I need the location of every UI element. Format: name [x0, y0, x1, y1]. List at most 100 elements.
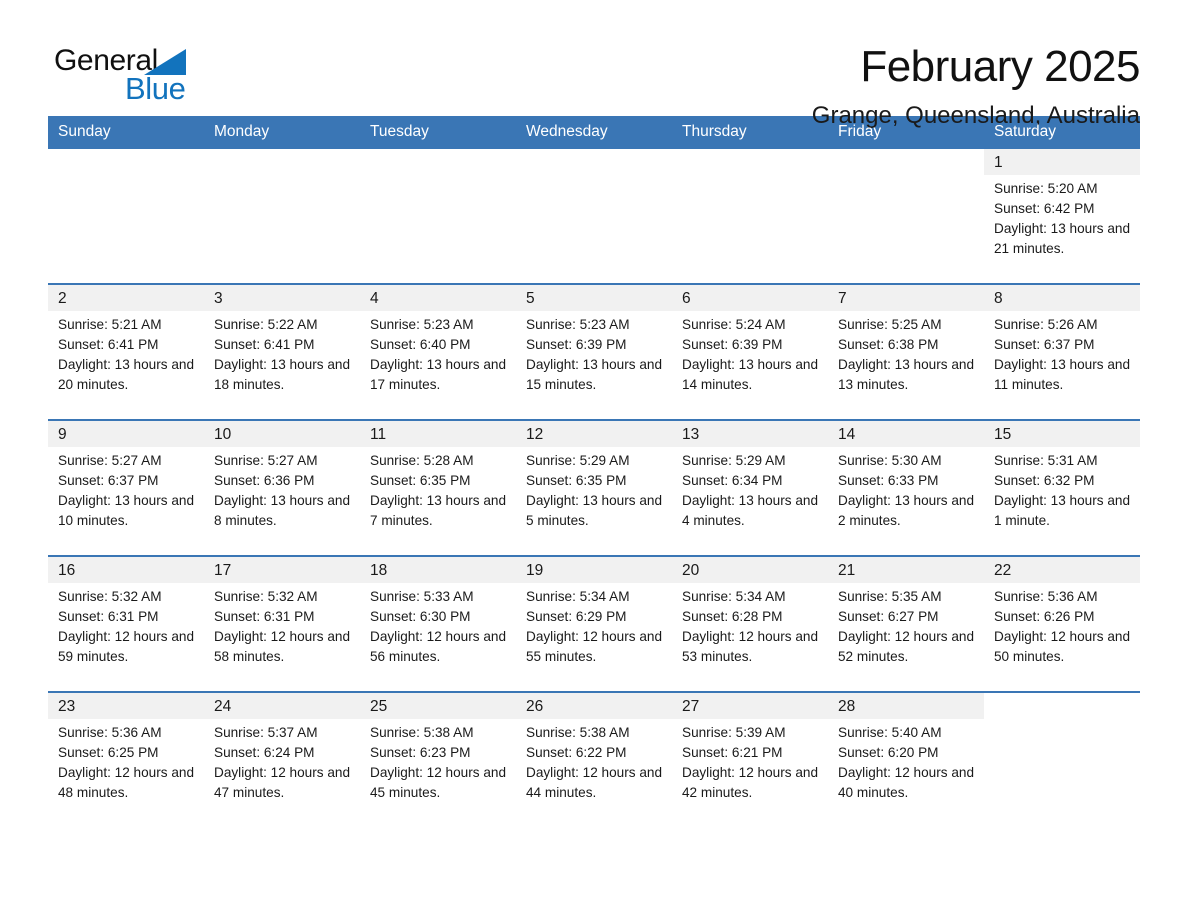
calendar-day-cell[interactable]: 6 Sunrise: 5:24 AM Sunset: 6:39 PM Daylight…	[672, 283, 828, 420]
sunset-text: Sunset: 6:35 PM	[526, 473, 627, 488]
calendar-page: General Blue February 2025 Grange, Queen…	[0, 0, 1188, 918]
day-number: 6	[672, 285, 828, 311]
calendar-day-cell[interactable]: 4 Sunrise: 5:23 AM Sunset: 6:40 PM Daylight…	[360, 283, 516, 420]
calendar-empty-cell	[516, 149, 672, 284]
sunset-text: Sunset: 6:36 PM	[214, 473, 315, 488]
sunrise-text: Sunrise: 5:21 AM	[58, 317, 162, 332]
day-details: Sunrise: 5:21 AM Sunset: 6:41 PM Daylight:…	[48, 311, 204, 395]
calendar-day-cell[interactable]: 11 Sunrise: 5:28 AM Sunset: 6:35 PM Dayligh…	[360, 419, 516, 556]
calendar-day-cell[interactable]: 2 Sunrise: 5:21 AM Sunset: 6:41 PM Daylight…	[48, 283, 204, 420]
calendar-day-cell[interactable]: 20 Sunrise: 5:34 AM Sunset: 6:28 PM Dayligh…	[672, 555, 828, 692]
daylight-text: Daylight: 13 hours and 21 minutes.	[994, 221, 1131, 256]
calendar-day-cell[interactable]: 10 Sunrise: 5:27 AM Sunset: 6:36 PM Dayligh…	[204, 419, 360, 556]
sunset-text: Sunset: 6:25 PM	[58, 745, 159, 760]
daylight-text: Daylight: 13 hours and 5 minutes.	[526, 493, 663, 528]
day-details: Sunrise: 5:24 AM Sunset: 6:39 PM Daylight:…	[672, 311, 828, 395]
calendar-day-cell[interactable]: 19 Sunrise: 5:34 AM Sunset: 6:29 PM Dayligh…	[516, 555, 672, 692]
calendar-day-cell[interactable]: 1 Sunrise: 5:20 AM Sunset: 6:42 PM Daylight…	[984, 149, 1140, 284]
day-details: Sunrise: 5:27 AM Sunset: 6:36 PM Daylight:…	[204, 447, 360, 531]
sunset-text: Sunset: 6:41 PM	[214, 337, 315, 352]
daylight-text: Daylight: 13 hours and 8 minutes.	[214, 493, 351, 528]
sunrise-text: Sunrise: 5:32 AM	[58, 589, 162, 604]
calendar-day-cell[interactable]: 3 Sunrise: 5:22 AM Sunset: 6:41 PM Daylight…	[204, 283, 360, 420]
daylight-text: Daylight: 12 hours and 48 minutes.	[58, 765, 195, 800]
sunset-text: Sunset: 6:32 PM	[994, 473, 1095, 488]
day-details: Sunrise: 5:25 AM Sunset: 6:38 PM Daylight:…	[828, 311, 984, 395]
day-number: 18	[360, 557, 516, 583]
sunrise-text: Sunrise: 5:27 AM	[58, 453, 162, 468]
daylight-text: Daylight: 12 hours and 55 minutes.	[526, 629, 663, 664]
calendar-day-cell[interactable]: 26 Sunrise: 5:38 AM Sunset: 6:22 PM Dayligh…	[516, 691, 672, 827]
sunset-text: Sunset: 6:37 PM	[58, 473, 159, 488]
day-number: 14	[828, 421, 984, 447]
day-details: Sunrise: 5:22 AM Sunset: 6:41 PM Daylight:…	[204, 311, 360, 395]
sunset-text: Sunset: 6:30 PM	[370, 609, 471, 624]
day-number: 25	[360, 693, 516, 719]
sunset-text: Sunset: 6:27 PM	[838, 609, 939, 624]
calendar-day-cell[interactable]: 15 Sunrise: 5:31 AM Sunset: 6:32 PM Dayligh…	[984, 419, 1140, 556]
page-title: February 2025	[860, 42, 1140, 91]
day-number	[516, 149, 672, 175]
calendar-day-cell[interactable]: 25 Sunrise: 5:38 AM Sunset: 6:23 PM Dayligh…	[360, 691, 516, 827]
day-details: Sunrise: 5:32 AM Sunset: 6:31 PM Daylight:…	[48, 583, 204, 667]
sunrise-text: Sunrise: 5:37 AM	[214, 725, 318, 740]
day-details: Sunrise: 5:27 AM Sunset: 6:37 PM Daylight:…	[48, 447, 204, 531]
sunset-text: Sunset: 6:33 PM	[838, 473, 939, 488]
calendar-day-cell[interactable]: 13 Sunrise: 5:29 AM Sunset: 6:34 PM Dayligh…	[672, 419, 828, 556]
sunrise-text: Sunrise: 5:28 AM	[370, 453, 474, 468]
day-number: 5	[516, 285, 672, 311]
day-details: Sunrise: 5:23 AM Sunset: 6:40 PM Daylight:…	[360, 311, 516, 395]
calendar-day-cell[interactable]: 22 Sunrise: 5:36 AM Sunset: 6:26 PM Dayligh…	[984, 555, 1140, 692]
day-number: 19	[516, 557, 672, 583]
daylight-text: Daylight: 13 hours and 14 minutes.	[682, 357, 819, 392]
day-number: 13	[672, 421, 828, 447]
day-number: 23	[48, 693, 204, 719]
day-details: Sunrise: 5:36 AM Sunset: 6:25 PM Daylight:…	[48, 719, 204, 803]
calendar-day-cell[interactable]: 21 Sunrise: 5:35 AM Sunset: 6:27 PM Dayligh…	[828, 555, 984, 692]
day-number: 2	[48, 285, 204, 311]
sunset-text: Sunset: 6:34 PM	[682, 473, 783, 488]
calendar-day-cell[interactable]: 12 Sunrise: 5:29 AM Sunset: 6:35 PM Dayligh…	[516, 419, 672, 556]
sunrise-text: Sunrise: 5:33 AM	[370, 589, 474, 604]
sunset-text: Sunset: 6:40 PM	[370, 337, 471, 352]
sunset-text: Sunset: 6:42 PM	[994, 201, 1095, 216]
day-number: 20	[672, 557, 828, 583]
calendar-day-cell[interactable]: 9 Sunrise: 5:27 AM Sunset: 6:37 PM Daylight…	[48, 419, 204, 556]
calendar-day-cell[interactable]: 24 Sunrise: 5:37 AM Sunset: 6:24 PM Dayligh…	[204, 691, 360, 827]
calendar-day-cell[interactable]: 14 Sunrise: 5:30 AM Sunset: 6:33 PM Dayligh…	[828, 419, 984, 556]
day-number: 8	[984, 285, 1140, 311]
logo-text-blue: Blue	[125, 71, 186, 106]
day-number: 27	[672, 693, 828, 719]
daylight-text: Daylight: 13 hours and 13 minutes.	[838, 357, 975, 392]
day-details: Sunrise: 5:30 AM Sunset: 6:33 PM Daylight:…	[828, 447, 984, 531]
sunrise-text: Sunrise: 5:34 AM	[682, 589, 786, 604]
day-number: 11	[360, 421, 516, 447]
calendar-day-cell[interactable]: 8 Sunrise: 5:26 AM Sunset: 6:37 PM Daylight…	[984, 283, 1140, 420]
calendar-table: Sunday Monday Tuesday Wednesday Thursday…	[48, 116, 1140, 827]
daylight-text: Daylight: 13 hours and 20 minutes.	[58, 357, 195, 392]
calendar-week-row: 2 Sunrise: 5:21 AM Sunset: 6:41 PM Daylight…	[48, 283, 1140, 420]
daylight-text: Daylight: 12 hours and 47 minutes.	[214, 765, 351, 800]
sunset-text: Sunset: 6:31 PM	[214, 609, 315, 624]
day-number: 7	[828, 285, 984, 311]
sunset-text: Sunset: 6:28 PM	[682, 609, 783, 624]
sunrise-text: Sunrise: 5:27 AM	[214, 453, 318, 468]
calendar-day-cell[interactable]: 16 Sunrise: 5:32 AM Sunset: 6:31 PM Dayligh…	[48, 555, 204, 692]
sunrise-text: Sunrise: 5:30 AM	[838, 453, 942, 468]
calendar-day-cell[interactable]: 28 Sunrise: 5:40 AM Sunset: 6:20 PM Dayligh…	[828, 691, 984, 827]
calendar-day-cell[interactable]: 5 Sunrise: 5:23 AM Sunset: 6:39 PM Daylight…	[516, 283, 672, 420]
day-number: 22	[984, 557, 1140, 583]
calendar-day-cell[interactable]: 18 Sunrise: 5:33 AM Sunset: 6:30 PM Dayligh…	[360, 555, 516, 692]
sunset-text: Sunset: 6:31 PM	[58, 609, 159, 624]
calendar-day-cell[interactable]: 23 Sunrise: 5:36 AM Sunset: 6:25 PM Dayligh…	[48, 691, 204, 827]
day-number: 16	[48, 557, 204, 583]
day-details: Sunrise: 5:35 AM Sunset: 6:27 PM Daylight:…	[828, 583, 984, 667]
daylight-text: Daylight: 12 hours and 53 minutes.	[682, 629, 819, 664]
calendar-empty-cell	[984, 691, 1140, 827]
daylight-text: Daylight: 12 hours and 45 minutes.	[370, 765, 507, 800]
calendar-day-cell[interactable]: 17 Sunrise: 5:32 AM Sunset: 6:31 PM Dayligh…	[204, 555, 360, 692]
day-number: 3	[204, 285, 360, 311]
calendar-day-cell[interactable]: 27 Sunrise: 5:39 AM Sunset: 6:21 PM Dayligh…	[672, 691, 828, 827]
calendar-day-cell[interactable]: 7 Sunrise: 5:25 AM Sunset: 6:38 PM Daylight…	[828, 283, 984, 420]
sunrise-text: Sunrise: 5:40 AM	[838, 725, 942, 740]
